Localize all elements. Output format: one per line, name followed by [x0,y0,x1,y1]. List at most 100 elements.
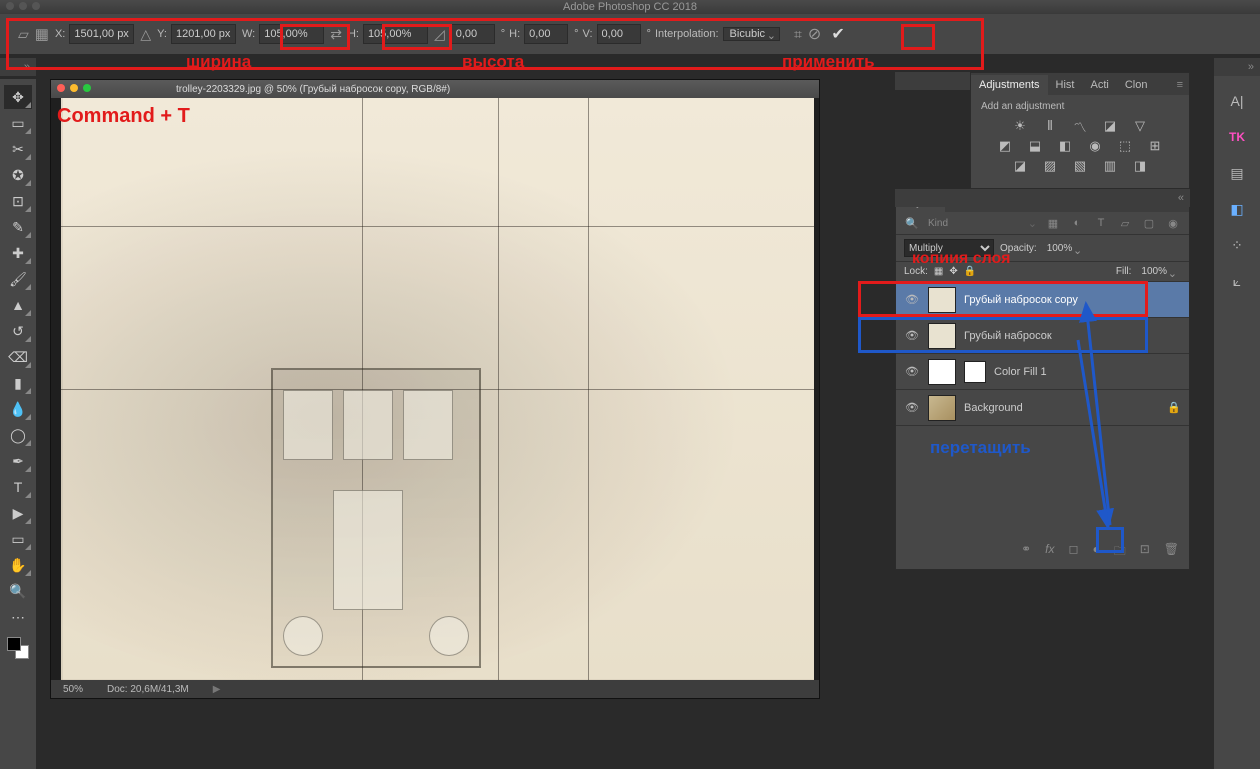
history-brush-tool[interactable]: ↺ [4,319,32,343]
filter-smart-icon[interactable]: ▢ [1141,216,1157,230]
filter-kind-select[interactable]: Kind [928,218,1020,229]
posterize-icon[interactable]: ▨ [1040,158,1060,174]
hue-icon[interactable]: ◩ [995,138,1015,154]
layer-mask-thumb[interactable] [964,361,986,383]
brightness-icon[interactable]: ☀ [1010,118,1030,134]
tab-actions[interactable]: Acti [1082,75,1116,95]
lock-position-icon[interactable]: ✥ [949,266,957,277]
styles-panel-icon[interactable]: ▤ [1224,162,1250,184]
group-icon[interactable]: 🗀 [1114,542,1126,563]
layer-thumb[interactable] [928,359,956,385]
delete-layer-icon[interactable]: 🗑 [1164,542,1179,563]
vibrance-icon[interactable]: ▽ [1130,118,1150,134]
skew-h-input[interactable] [524,24,568,44]
layer-name[interactable]: Color Fill 1 [994,366,1181,378]
tab-histogram[interactable]: Hist [1048,75,1083,95]
blend-mode-select[interactable]: Multiply [904,239,994,257]
settings-panel-icon[interactable]: ⁘ [1224,234,1250,256]
lock-pixels-icon[interactable]: ▦ [934,266,943,277]
photo-filter-icon[interactable]: ◉ [1085,138,1105,154]
type-tool[interactable]: T [4,475,32,499]
balance-icon[interactable]: ⬓ [1025,138,1045,154]
rotate-input[interactable] [451,24,495,44]
skew-v-input[interactable] [597,24,641,44]
fill-value[interactable]: 100% [1137,264,1181,279]
lasso-tool[interactable]: ✂ [4,137,32,161]
visibility-icon[interactable]: 👁 [904,401,920,414]
layer-item-background[interactable]: 👁 Background 🔒 [896,390,1189,426]
height-input[interactable] [363,24,428,44]
filter-adj-icon[interactable]: ◐ [1069,216,1085,230]
crop-tool[interactable]: ⊡ [4,189,32,213]
fx-icon[interactable]: fx [1045,542,1054,563]
pen-tool[interactable]: ✒ [4,449,32,473]
width-input[interactable] [259,24,324,44]
opacity-value[interactable]: 100% [1043,241,1087,256]
reference-point-widget[interactable]: ▦ [35,25,49,43]
visibility-icon[interactable]: 👁 [904,365,920,378]
quick-select-tool[interactable]: ✪ [4,163,32,187]
gradient-tool[interactable]: ▮ [4,371,32,395]
layer-name[interactable]: Грубый набросок copy [964,294,1181,306]
ruler-panel-icon[interactable]: ⟀ [1224,270,1250,292]
color-swatches[interactable] [7,637,29,659]
filter-pixel-icon[interactable]: ▦ [1045,216,1061,230]
layer-item-sketch[interactable]: 👁 Грубый набросок [896,318,1189,354]
visibility-icon[interactable]: 👁 [904,293,920,306]
channel-mixer-icon[interactable]: ⬚ [1115,138,1135,154]
cancel-transform-button[interactable]: ⊘ [808,24,821,44]
stamp-tool[interactable]: ▲ [4,293,32,317]
curves-icon[interactable]: 〽 [1070,118,1090,134]
blur-tool[interactable]: 💧 [4,397,32,421]
y-input[interactable] [171,24,236,44]
layer-item-copy[interactable]: 👁 Грубый набросок copy [896,282,1189,318]
move-tool[interactable]: ✥ [4,85,32,109]
heal-tool[interactable]: ✚ [4,241,32,265]
layer-name[interactable]: Грубый набросок [964,330,1181,342]
adjustments-menu-icon[interactable]: ≡ [1171,75,1189,95]
new-layer-icon[interactable]: ⊡ [1140,542,1150,563]
layer-item-colorfill[interactable]: 👁 Color Fill 1 [896,354,1189,390]
canvas[interactable] [61,98,814,680]
gradient-map-icon[interactable]: ▥ [1100,158,1120,174]
tools-collapse[interactable]: » [0,58,36,76]
selective-color-icon[interactable]: ◨ [1130,158,1150,174]
zoom-readout[interactable]: 50% [63,684,83,695]
lookup-icon[interactable]: ⊞ [1145,138,1165,154]
visibility-icon[interactable]: 👁 [904,329,920,342]
brush-tool[interactable]: 🖌 [4,267,32,291]
warp-icon[interactable]: ⌗ [794,26,802,43]
shape-tool[interactable]: ▭ [4,527,32,551]
tk-panel-icon[interactable]: TK [1224,126,1250,148]
search-icon[interactable]: 🔍 [904,216,920,230]
layer-thumb[interactable] [928,287,956,313]
marquee-tool[interactable]: ▭ [4,111,32,135]
layer-thumb[interactable] [928,395,956,421]
hand-tool[interactable]: ✋ [4,553,32,577]
eraser-tool[interactable]: ⌫ [4,345,32,369]
edit-toolbar[interactable]: ⋯ [4,605,32,629]
interpolation-select[interactable]: Bicubic [723,27,780,41]
lock-all-icon[interactable]: 🔒 [964,266,976,277]
zoom-tool[interactable]: 🔍 [4,579,32,603]
levels-icon[interactable]: ⫴ [1040,118,1060,134]
layers-collapse[interactable]: « [895,189,1190,207]
filter-shape-icon[interactable]: ▱ [1117,216,1133,230]
layer-name[interactable]: Background [964,402,1159,414]
character-panel-icon[interactable]: A| [1224,90,1250,112]
x-input[interactable] [69,24,134,44]
invert-icon[interactable]: ◪ [1010,158,1030,174]
bw-icon[interactable]: ◧ [1055,138,1075,154]
commit-transform-button[interactable]: ✔ [827,24,848,44]
adjustment-layer-icon[interactable]: ◐ [1092,542,1099,563]
mask-icon[interactable]: ◻ [1068,542,1078,563]
document-tab[interactable]: trolley-2203329.jpg @ 50% (Грубый наброс… [51,80,819,98]
link-layers-icon[interactable]: ⚭ [1021,542,1031,563]
filter-toggle-icon[interactable]: ◉ [1165,216,1181,230]
doc-size-readout[interactable]: Doc: 20,6M/41,3M [107,684,189,695]
filter-type-icon[interactable]: T [1093,216,1109,230]
path-select-tool[interactable]: ▶ [4,501,32,525]
transform-mode-icon[interactable]: ▱ [18,26,29,43]
eyedropper-tool[interactable]: ✎ [4,215,32,239]
layer-thumb[interactable] [928,323,956,349]
